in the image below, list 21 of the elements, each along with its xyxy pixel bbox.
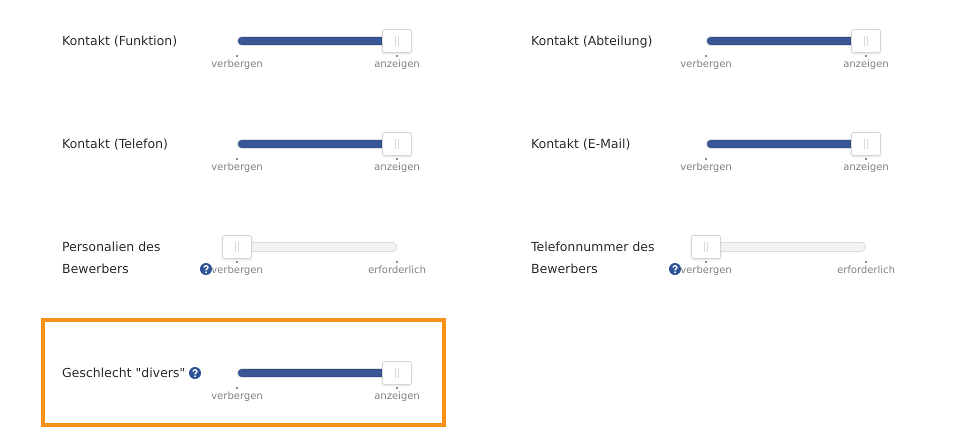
max-label: anzeigen xyxy=(374,390,420,404)
min-label: verbergen xyxy=(211,390,263,404)
max-label: anzeigen xyxy=(843,161,889,175)
setting-label: Kontakt (Funktion) xyxy=(62,32,178,50)
min-label: verbergen xyxy=(680,161,732,175)
setting-label: Kontakt (Abteilung) xyxy=(531,32,652,50)
max-label: anzeigen xyxy=(843,58,889,72)
setting-label: Kontakt (Telefon) xyxy=(62,135,168,153)
min-label: verbergen xyxy=(680,58,732,72)
max-label: anzeigen xyxy=(374,58,420,72)
min-label: verbergen xyxy=(211,58,263,72)
setting-label: Personalien des Bewerbers xyxy=(62,238,162,278)
setting-label: Geschlecht "divers" xyxy=(62,364,186,382)
max-label: anzeigen xyxy=(374,161,420,175)
min-label: verbergen xyxy=(680,264,732,278)
max-label: erforderlich xyxy=(368,264,426,278)
max-label: erforderlich xyxy=(837,264,895,278)
setting-label: Telefonnummer des Bewerbers xyxy=(531,238,656,278)
min-label: verbergen xyxy=(211,264,263,278)
min-label: verbergen xyxy=(211,161,263,175)
setting-label: Kontakt (E-Mail) xyxy=(531,135,630,153)
